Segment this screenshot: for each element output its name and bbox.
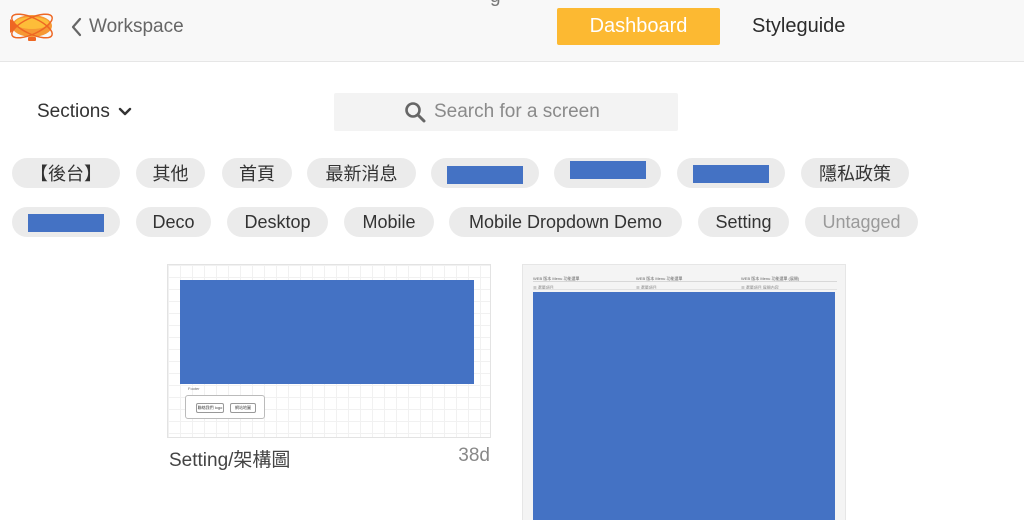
thumbnail-mini-button: 聯絡我們 logo [196,403,224,413]
tag-chip[interactable]: Deco [136,207,211,237]
tag-chip-redacted[interactable] [554,158,661,188]
back-to-workspace-link[interactable]: Workspace [66,13,184,41]
redaction-block [533,292,835,520]
thumbnail-divider [533,289,837,290]
search-icon [404,101,426,123]
tab-dashboard[interactable]: Dashboard [557,8,720,45]
tag-chip[interactable]: 首頁 [222,158,292,188]
redaction-block [569,161,646,179]
chevron-down-icon [118,105,132,119]
tag-chip[interactable]: Setting [698,207,789,237]
tag-chip[interactable]: 最新消息 [307,158,416,188]
redaction-block [28,214,104,232]
tag-chip-redacted[interactable] [677,158,785,188]
zeplin-logo-icon[interactable] [4,6,56,46]
tag-chip[interactable]: 其他 [136,158,205,188]
thumbnail-divider [533,281,837,282]
thumbnail-footer-label: Footer [188,386,200,391]
sections-dropdown[interactable]: Sections [37,98,132,126]
chevron-left-icon [66,13,86,41]
top-header: Workspace g Dashboard Styleguide [0,0,1024,62]
screen-thumbnail[interactable]: WEB 版本 Menu 功能選單 WEB 版本 Menu 功能選單 WEB 版本… [522,264,846,520]
tag-chip[interactable]: Mobile Dropdown Demo [449,207,682,237]
redaction-block [447,166,523,184]
tag-chip-redacted[interactable] [12,207,120,237]
tag-chip[interactable]: Desktop [227,207,328,237]
screen-title[interactable]: Setting/架構圖 [169,445,290,472]
thumbnail-column-sub: ☰ 選單項目 [533,285,554,290]
tab-styleguide[interactable]: Styleguide [752,8,845,45]
search-box[interactable] [334,93,678,131]
tag-chip-untagged[interactable]: Untagged [805,207,918,237]
thumbnail-column-sub: ☰ 選單項目 [636,285,657,290]
search-input[interactable] [434,97,664,127]
screen-thumbnail[interactable]: Footer 聯絡我們 logo 網站地圖 [167,264,491,438]
tag-chip[interactable]: 【後台】 [12,158,120,188]
back-label: Workspace [89,16,184,37]
screen-age: 38d [458,445,490,466]
thumbnail-mini-button: 網站地圖 [230,403,256,413]
thumbnail-column-sub: ☰ 選單項目 展開內容 [741,285,779,290]
thumbnail-footer-box: 聯絡我們 logo 網站地圖 [185,395,265,419]
project-title-partial: g [490,0,501,8]
tag-chip[interactable]: Mobile [344,207,434,237]
redaction-block [180,280,474,384]
tag-chip-redacted[interactable] [431,158,539,188]
redaction-block [693,164,769,183]
sections-label: Sections [37,101,110,122]
tag-chip[interactable]: 隱私政策 [801,158,909,188]
